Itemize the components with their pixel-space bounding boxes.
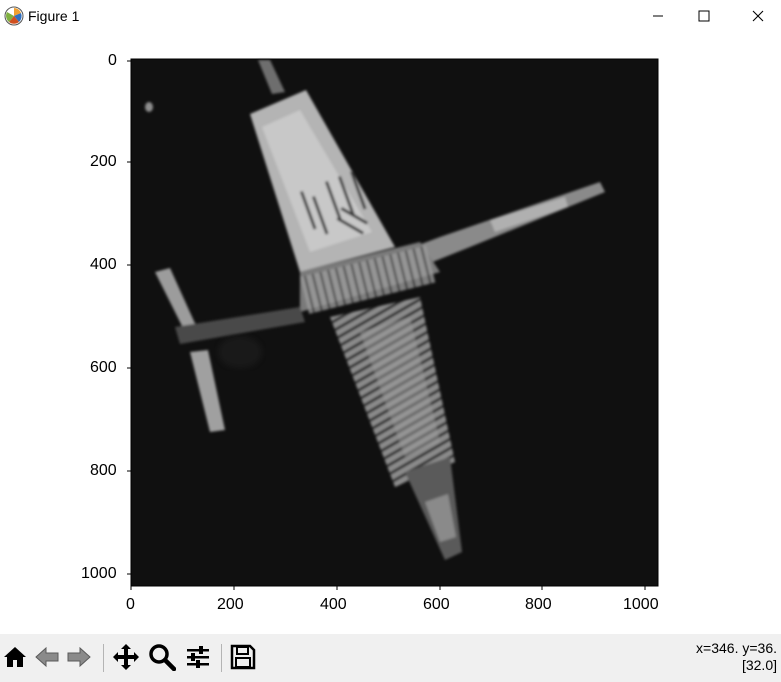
back-button[interactable] bbox=[32, 642, 62, 672]
maximize-icon bbox=[698, 10, 710, 22]
sliders-icon bbox=[187, 646, 209, 668]
y-tick-marks bbox=[127, 60, 131, 575]
x-tick-label: 200 bbox=[217, 596, 244, 613]
matplotlib-logo-icon bbox=[4, 6, 24, 26]
airplane-image bbox=[131, 59, 658, 586]
minimize-button[interactable] bbox=[635, 0, 681, 32]
home-button[interactable] bbox=[0, 642, 30, 672]
y-tick-label: 800 bbox=[90, 462, 117, 479]
window-title: Figure 1 bbox=[28, 8, 80, 24]
x-tick-label: 800 bbox=[525, 596, 552, 613]
x-tick-label: 600 bbox=[423, 596, 450, 613]
zoom-button[interactable] bbox=[147, 642, 177, 672]
maximize-button[interactable] bbox=[681, 0, 727, 32]
cursor-coordinates: x=346. y=36. [32.0] bbox=[696, 640, 777, 674]
x-tick-label: 400 bbox=[320, 596, 347, 613]
y-tick-label: 600 bbox=[90, 359, 117, 376]
pan-icon bbox=[113, 644, 139, 670]
image-axes[interactable] bbox=[0, 32, 781, 634]
save-button[interactable] bbox=[228, 642, 258, 672]
figure-canvas[interactable]: 0 200 400 600 800 1000 0 200 400 600 800… bbox=[0, 32, 781, 634]
pan-button[interactable] bbox=[111, 642, 141, 672]
forward-arrow-icon bbox=[67, 646, 91, 668]
y-tick-label: 1000 bbox=[81, 565, 117, 582]
minimize-icon bbox=[653, 15, 663, 17]
save-icon bbox=[230, 644, 256, 670]
coords-position: x=346. y=36. bbox=[696, 640, 777, 656]
x-tick-marks bbox=[130, 586, 646, 590]
y-tick-label: 400 bbox=[90, 256, 117, 273]
x-tick-label: 0 bbox=[126, 596, 135, 613]
zoom-icon bbox=[149, 644, 176, 671]
close-button[interactable] bbox=[735, 0, 781, 32]
toolbar-separator bbox=[221, 644, 222, 672]
close-icon bbox=[752, 10, 764, 22]
y-tick-label: 0 bbox=[108, 52, 117, 69]
title-bar: Figure 1 bbox=[0, 0, 781, 32]
home-icon bbox=[4, 647, 26, 667]
y-tick-label: 200 bbox=[90, 153, 117, 170]
coords-value: [32.0] bbox=[741, 657, 777, 673]
configure-button[interactable] bbox=[183, 642, 213, 672]
x-tick-label: 1000 bbox=[623, 596, 659, 613]
toolbar-separator bbox=[103, 644, 104, 672]
navigation-toolbar: x=346. y=36. [32.0] bbox=[0, 634, 781, 682]
back-arrow-icon bbox=[35, 646, 59, 668]
forward-button[interactable] bbox=[64, 642, 94, 672]
